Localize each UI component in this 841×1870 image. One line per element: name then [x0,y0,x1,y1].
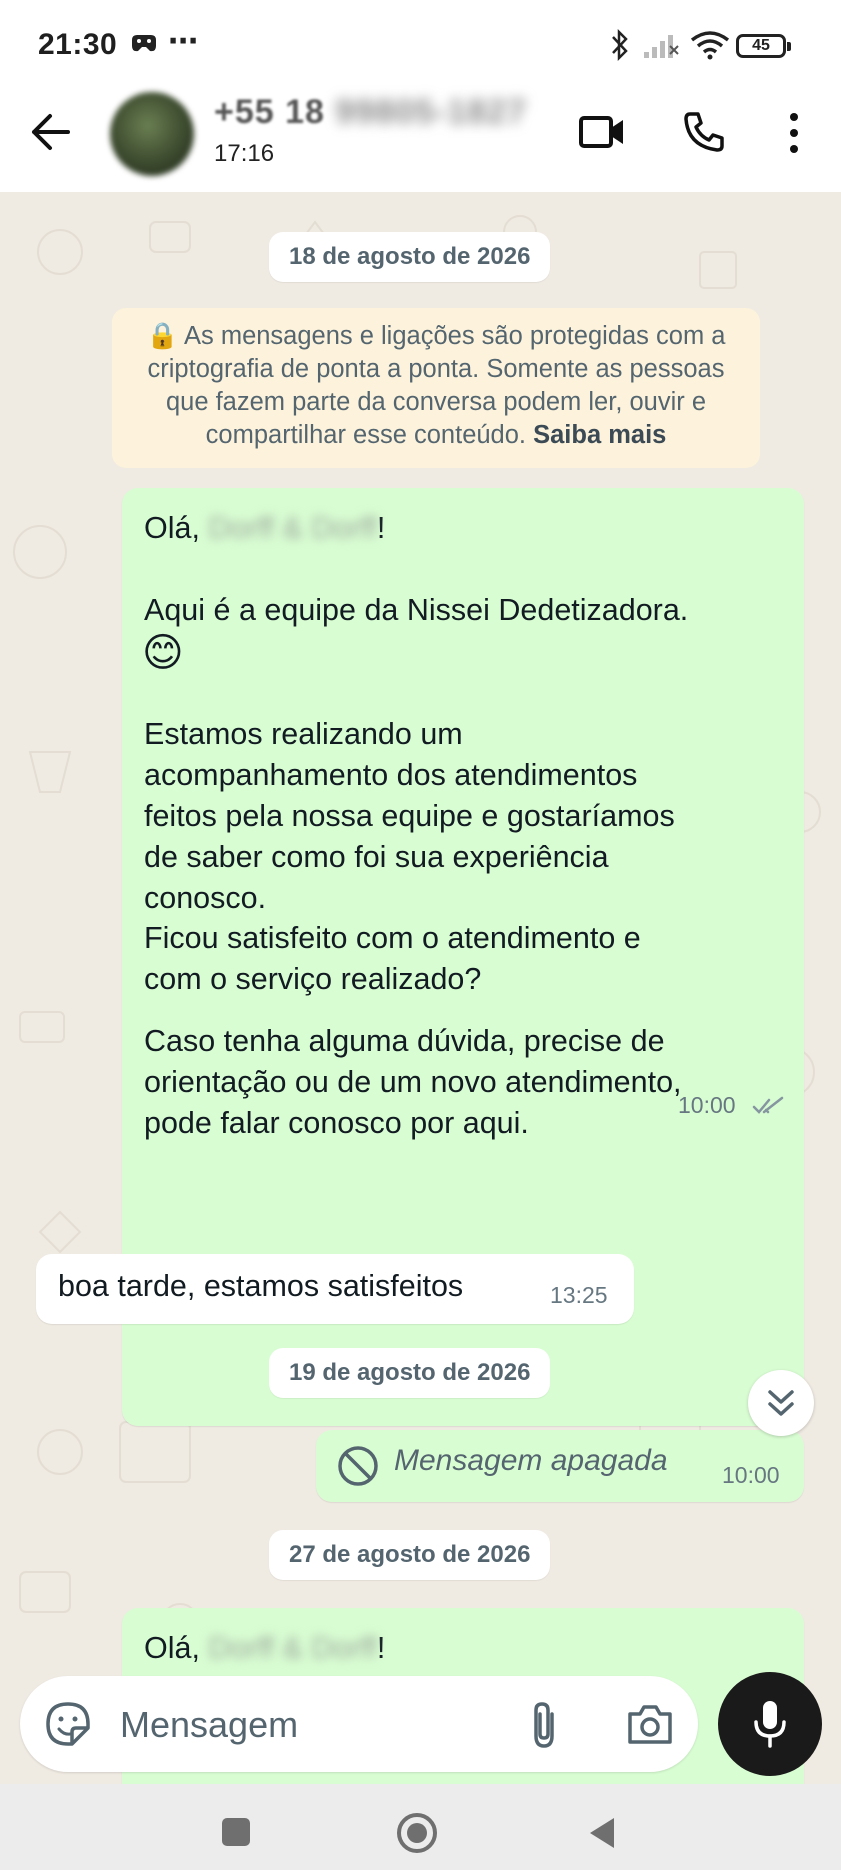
chat-area[interactable]: 18 de agosto de 2026 🔒 As mensagens e li… [0,192,841,1784]
date-chip: 27 de agosto de 2026 [269,1530,551,1580]
hidden-contact-name: Dorff & Dorff [208,1631,377,1665]
learn-more-link[interactable]: Saiba mais [533,421,666,449]
message-time: 10:00 [678,1092,736,1118]
double-chevron-down-icon [768,1390,794,1416]
microphone-icon [754,1701,786,1748]
game-controller-icon [132,35,156,52]
message-text: Olá, Dorff & Dorff! [144,508,794,549]
voice-call-icon[interactable] [682,110,726,154]
message-text: Aqui é a equipe da Nissei Dedetizadora. [144,593,689,627]
signal-icon [644,35,679,58]
recent-apps-icon[interactable] [222,1818,250,1846]
date-chip: 18 de agosto de 2026 [269,232,551,282]
wifi-icon [690,31,730,60]
camera-icon[interactable] [626,1702,674,1746]
deleted-message-text: Mensagem apagada [394,1444,668,1477]
message-time: 10:00 [722,1462,780,1488]
video-call-icon[interactable] [578,112,626,152]
date-chip: 19 de agosto de 2026 [269,1348,551,1398]
back-nav-icon[interactable] [586,1816,616,1850]
lock-icon: 🔒 [146,322,179,350]
message-text: Ficou satisfeito com o atendimento e com… [144,921,641,996]
message-text: Olá, Dorff & Dorff! [144,1628,794,1669]
status-time: 21:30 [38,28,118,61]
last-seen: 17:16 [214,140,275,167]
encryption-notice[interactable]: 🔒 As mensagens e ligações são protegidas… [112,308,760,468]
message-text: Caso tenha alguma dúvida, precise de ori… [144,1024,682,1140]
home-icon[interactable] [396,1812,438,1854]
contact-name-hidden: 99805-1827 [335,93,527,131]
deleted-icon [338,1446,378,1486]
message-text: Estamos realizando um acompanhamento dos… [144,717,675,915]
back-arrow-icon[interactable] [30,112,72,152]
status-bar: 21:30 ⋯ 45 [0,0,841,82]
message-text: boa tarde, estamos satisfeitos [58,1269,464,1303]
incoming-message[interactable]: boa tarde, estamos satisfeitos 13:25 [36,1254,634,1324]
deleted-message[interactable]: Mensagem apagada 10:00 [316,1430,804,1502]
attach-icon[interactable] [526,1700,562,1750]
bluetooth-icon [612,28,628,62]
read-receipt-icon [752,1096,784,1114]
hidden-contact-name: Dorff & Dorff [208,511,377,545]
contact-name[interactable]: +55 18 99805-1827 [214,93,527,132]
scroll-to-bottom-button[interactable] [748,1370,814,1436]
avatar[interactable] [110,92,194,176]
voice-message-button[interactable] [718,1672,822,1776]
message-time: 13:25 [550,1282,608,1308]
smiling-emoji: 😊 [142,631,184,675]
battery-icon: 45 [736,34,791,58]
message-input[interactable]: Mensagem [120,1704,298,1746]
sticker-icon[interactable] [44,1700,92,1748]
more-options-icon[interactable] [784,112,804,154]
more-notifications-icon: ⋯ [168,25,198,58]
